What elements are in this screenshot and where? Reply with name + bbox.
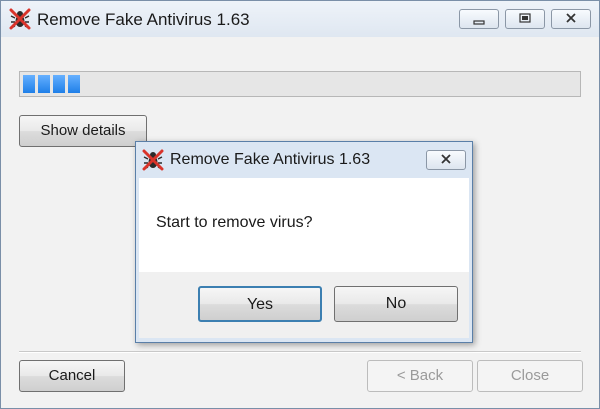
progress-segment [38, 75, 50, 93]
dialog-message: Start to remove virus? [156, 214, 313, 231]
close-button[interactable] [551, 9, 591, 29]
close-icon [566, 13, 576, 23]
dialog-footer: Yes No [139, 272, 469, 338]
title-bar[interactable]: Remove Fake Antivirus 1.63 [1, 1, 599, 37]
progress-bar [19, 71, 581, 97]
maximize-button[interactable] [505, 9, 545, 29]
no-button[interactable]: No [334, 286, 458, 322]
show-details-button[interactable]: Show details [19, 115, 147, 147]
window-title: Remove Fake Antivirus 1.63 [37, 10, 250, 29]
dialog-title: Remove Fake Antivirus 1.63 [170, 151, 371, 168]
minimize-icon [473, 20, 485, 25]
back-button[interactable]: < Back [367, 360, 473, 392]
minimize-button[interactable] [459, 9, 499, 29]
dialog-app-icon [142, 149, 164, 171]
confirm-dialog: Remove Fake Antivirus 1.63 Start to remo… [135, 141, 473, 343]
app-icon [9, 8, 31, 30]
progress-segment [53, 75, 65, 93]
progress-segment [68, 75, 80, 93]
dialog-close-button[interactable] [426, 150, 466, 170]
progress-segment [23, 75, 35, 93]
footer-separator [19, 351, 581, 353]
yes-button[interactable]: Yes [198, 286, 322, 322]
close-wizard-button[interactable]: Close [477, 360, 583, 392]
dialog-body: Start to remove virus? [139, 178, 469, 272]
cancel-button[interactable]: Cancel [19, 360, 125, 392]
restore-icon [519, 13, 531, 23]
main-window: Remove Fake Antivirus 1.63 Show details … [0, 0, 600, 409]
close-icon [441, 154, 451, 164]
